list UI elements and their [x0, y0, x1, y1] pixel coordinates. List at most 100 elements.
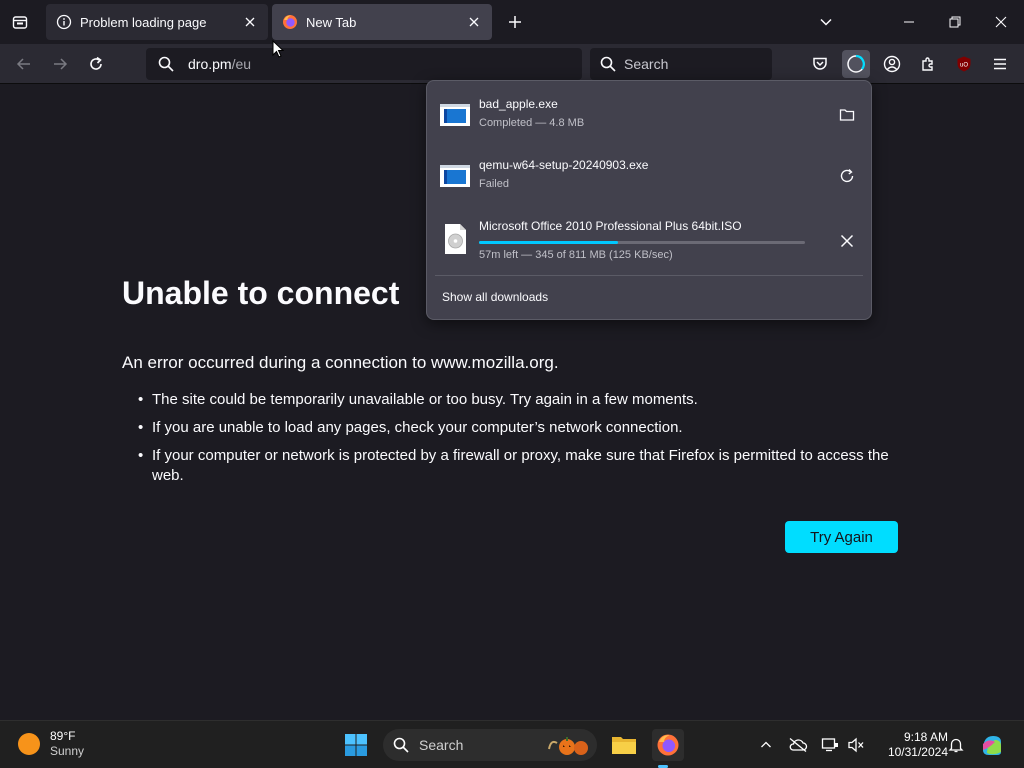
error-description: An error occurred during a connection to…: [122, 353, 559, 372]
firefox-icon: [282, 14, 298, 30]
copilot-icon[interactable]: [978, 731, 1006, 759]
minimize-icon: [904, 21, 914, 23]
windows-taskbar: 89°F Sunny Search 9:18 AM 10/31/2024: [0, 720, 1024, 768]
tab-new-tab[interactable]: New Tab: [272, 4, 492, 40]
folder-icon: [612, 737, 636, 754]
weather-widget[interactable]: 89°F Sunny: [18, 729, 84, 759]
extensions-button[interactable]: [914, 50, 942, 78]
folder-icon[interactable]: [833, 101, 861, 129]
info-icon: [56, 14, 72, 30]
ublock-origin-button[interactable]: uO: [950, 50, 978, 78]
reload-icon: [90, 56, 102, 70]
exe-file-icon: [440, 165, 470, 187]
restore-button[interactable]: [941, 8, 969, 36]
retry-icon[interactable]: [833, 162, 861, 190]
download-progress-bar: [479, 241, 805, 244]
app-menu-button[interactable]: [986, 50, 1014, 78]
cancel-icon[interactable]: [833, 227, 861, 255]
download-item[interactable]: qemu-w64-setup-20240903.exe Failed: [435, 148, 865, 204]
svg-text:uO: uO: [960, 63, 968, 69]
list-item: The site could be temporarily unavailabl…: [138, 390, 898, 410]
firefox-icon: [657, 734, 679, 756]
volume-muted-icon[interactable]: [844, 733, 868, 757]
search-icon: [393, 737, 409, 753]
downloads-panel: bad_apple.exe Completed — 4.8 MB qemu-w6…: [426, 80, 872, 320]
list-item: If you are unable to load any pages, che…: [138, 418, 898, 438]
weather-temperature: 89°F: [50, 729, 76, 743]
download-progress-fill: [479, 241, 618, 244]
pocket-button[interactable]: [806, 50, 834, 78]
download-item[interactable]: Microsoft Office 2010 Professional Plus …: [435, 211, 865, 267]
tab-close-icon[interactable]: [242, 14, 258, 30]
divider: [435, 275, 863, 276]
sun-icon: [18, 733, 40, 755]
file-explorer-button[interactable]: [608, 729, 640, 761]
download-filename: Microsoft Office 2010 Professional Plus …: [479, 219, 742, 233]
network-icon[interactable]: [818, 733, 842, 757]
system-clock[interactable]: 9:18 AM 10/31/2024: [872, 730, 948, 760]
iso-file-icon: [445, 224, 466, 254]
download-filename: bad_apple.exe: [479, 97, 558, 111]
plus-icon: [509, 16, 521, 28]
halloween-pumpkin-icon: [548, 737, 588, 755]
tab-title: Problem loading page: [80, 14, 207, 30]
show-all-downloads-link[interactable]: Show all downloads: [442, 290, 548, 304]
close-window-button[interactable]: [987, 8, 1015, 36]
downloads-button[interactable]: [842, 50, 870, 78]
chevron-down-icon: [820, 18, 832, 26]
notifications-bell-icon[interactable]: [944, 733, 968, 757]
pocket-icon: [813, 57, 827, 70]
taskbar-search-placeholder: Search: [419, 737, 464, 753]
restore-icon: [949, 16, 961, 28]
account-button[interactable]: [878, 50, 906, 78]
back-arrow-icon: [16, 58, 30, 70]
list-all-tabs-button[interactable]: [814, 10, 838, 34]
search-icon: [600, 56, 616, 72]
url-host: dro.pm: [188, 56, 232, 72]
url-text: dro.pm/eu: [188, 56, 251, 72]
download-status: 57m left — 345 of 811 MB (125 KB/sec): [479, 249, 673, 261]
start-button[interactable]: [340, 729, 372, 761]
search-placeholder: Search: [624, 56, 669, 72]
clock-date: 10/31/2024: [887, 745, 948, 759]
close-icon: [995, 16, 1007, 28]
list-item: If your computer or network is protected…: [138, 446, 898, 486]
taskbar-search[interactable]: Search: [383, 729, 597, 761]
download-status: Completed — 4.8 MB: [479, 117, 585, 129]
download-status: Failed: [479, 178, 509, 190]
back-button[interactable]: [12, 52, 36, 76]
windows-logo-icon: [345, 734, 367, 756]
firefox-view-icon: [12, 16, 28, 29]
tab-problem-loading[interactable]: Problem loading page: [46, 4, 268, 40]
mouse-cursor-icon: [272, 40, 284, 58]
url-bar[interactable]: dro.pm/eu: [146, 48, 582, 80]
new-tab-button[interactable]: [503, 10, 527, 34]
search-bar[interactable]: Search: [590, 48, 772, 80]
try-again-button[interactable]: Try Again: [785, 521, 898, 553]
reload-button[interactable]: [84, 52, 108, 76]
forward-button[interactable]: [48, 52, 72, 76]
ublock-origin-icon: uO: [957, 56, 971, 72]
tab-title: New Tab: [306, 14, 357, 30]
firefox-view-button[interactable]: [8, 10, 32, 34]
exe-file-icon: [440, 104, 470, 126]
hamburger-menu-icon: [994, 58, 1006, 70]
tab-strip: Problem loading page New Tab: [0, 0, 1024, 44]
download-item[interactable]: bad_apple.exe Completed — 4.8 MB: [435, 87, 865, 143]
navigation-toolbar: dro.pm/eu Search uO: [0, 44, 1024, 84]
error-suggestions-list: The site could be temporarily unavailabl…: [138, 390, 898, 494]
tab-close-icon[interactable]: [466, 14, 482, 30]
puzzle-icon: [922, 57, 933, 71]
error-title: Unable to connect: [122, 275, 400, 311]
download-progress-icon: [847, 54, 865, 73]
clock-time: 9:18 AM: [903, 730, 948, 744]
search-icon: [158, 56, 174, 72]
firefox-taskbar-button[interactable]: [652, 729, 684, 761]
show-hidden-icons-button[interactable]: [754, 733, 778, 757]
url-path: /eu: [231, 56, 252, 72]
weather-condition: Sunny: [50, 744, 85, 758]
minimize-button[interactable]: [895, 8, 923, 36]
chevron-up-icon: [761, 741, 771, 748]
onedrive-offline-icon[interactable]: [786, 733, 810, 757]
download-filename: qemu-w64-setup-20240903.exe: [479, 158, 649, 172]
